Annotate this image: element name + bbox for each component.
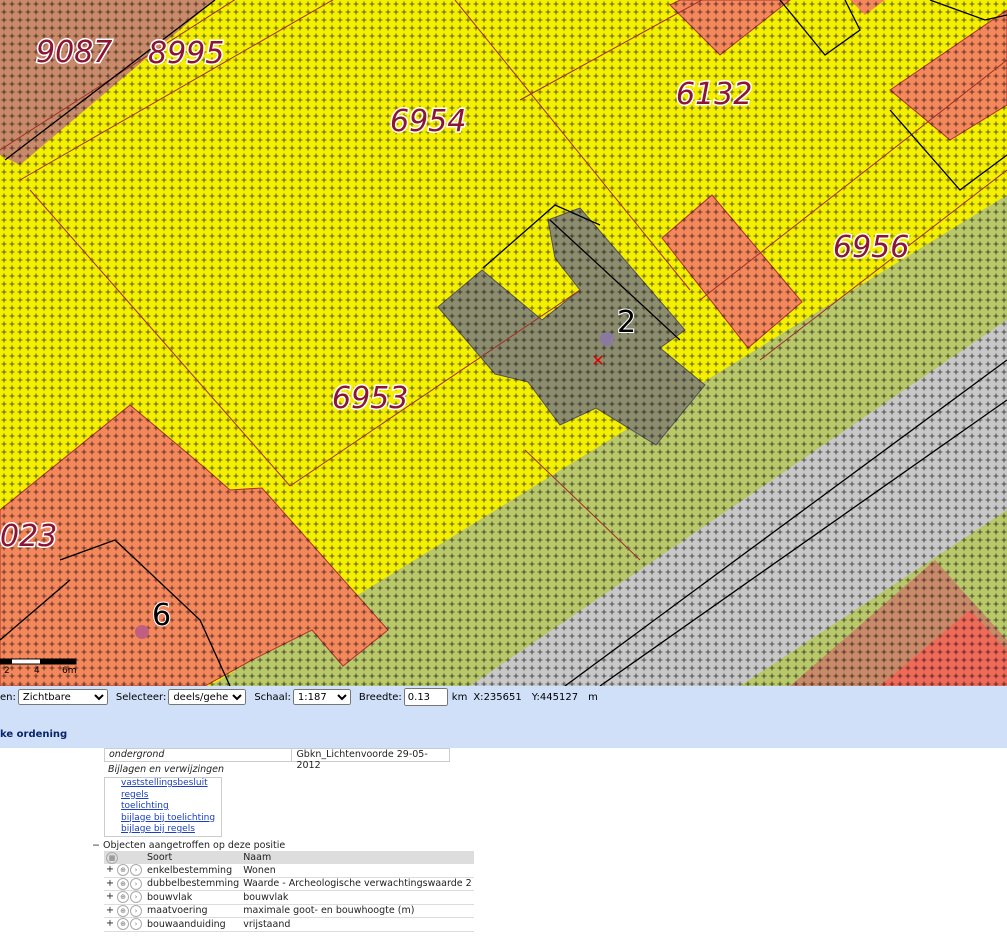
coordinate-unit: m xyxy=(588,691,598,703)
zoom-icon[interactable]: ⊕ xyxy=(117,904,129,917)
column-naam: Naam xyxy=(241,851,474,864)
column-soort: Soort xyxy=(145,851,242,864)
house-number-2: 2 xyxy=(617,305,636,340)
table-options-icon[interactable]: ▦ xyxy=(106,851,118,864)
row-naam: Wonen xyxy=(241,864,474,878)
expand-icon[interactable]: + xyxy=(106,891,114,902)
address-point-6[interactable] xyxy=(135,625,149,639)
table-row: + ⊕ › enkelbestemming Wonen xyxy=(104,864,474,878)
navigate-icon[interactable]: › xyxy=(130,891,142,904)
width-unit: km xyxy=(451,691,468,703)
row-naam: Waarde - Archeologische verwachtingswaar… xyxy=(241,877,474,891)
zoom-icon[interactable]: ⊕ xyxy=(117,864,129,877)
row-soort: dubbelbestemming xyxy=(145,877,242,891)
attachments-list: vaststellingsbesluit regels toelichting … xyxy=(104,777,222,837)
ondergrond-row: ondergrond Gbkn_Lichtenvoorde 29-05-2012 xyxy=(104,748,450,771)
scale-label: Schaal: xyxy=(254,691,291,703)
link-regels[interactable]: regels xyxy=(105,790,221,802)
row-soort: enkelbestemming xyxy=(145,864,242,878)
plot-label-023: 023 xyxy=(0,519,57,554)
scale-tick-4: 4 xyxy=(34,666,40,676)
link-bijlage-toelichting[interactable]: bijlage bij toelichting xyxy=(105,813,221,825)
plot-label-6953: 6953 xyxy=(332,381,408,416)
scale-select[interactable]: 1:187 xyxy=(292,689,351,705)
layers-label: en: xyxy=(0,691,16,703)
zoom-icon[interactable]: ⊕ xyxy=(117,918,129,931)
row-naam: bouwvlak xyxy=(241,890,474,905)
zoom-icon[interactable]: ⊕ xyxy=(117,891,129,904)
scale-tick-2: 2 xyxy=(4,666,10,676)
objects-table: ▦ Soort Naam + ⊕ › enkelbestemming Wonen … xyxy=(104,851,474,932)
plot-label-6954: 6954 xyxy=(390,104,466,139)
select-mode-select[interactable]: deels/geheel xyxy=(168,689,247,705)
attachments-title: Bijlagen en verwijzingen xyxy=(108,764,225,775)
hatch-overlay xyxy=(0,0,1007,686)
navigate-icon[interactable]: › xyxy=(130,877,142,890)
zoom-icon[interactable]: ⊕ xyxy=(117,877,129,890)
map-canvas[interactable]: ✕ 9087 8995 6954 6132 6956 6953 023 2 6 … xyxy=(0,0,1007,686)
navigate-icon[interactable]: › xyxy=(130,904,142,917)
row-naam: maximale goot- en bouwhoogte (m) xyxy=(241,904,474,918)
table-row: + ⊕ › maatvoering maximale goot- en bouwh… xyxy=(104,904,474,918)
layers-select[interactable]: Zichtbare xyxy=(17,689,108,705)
plot-label-8995: 8995 xyxy=(148,36,224,71)
link-toelichting[interactable]: toelichting xyxy=(105,801,221,813)
width-input[interactable] xyxy=(403,688,448,706)
plot-label-9087: 9087 xyxy=(36,35,112,70)
x-coordinate: X:235651 xyxy=(473,691,522,703)
navigate-icon[interactable]: › xyxy=(130,864,142,877)
row-soort: bouwvlak xyxy=(145,890,242,905)
table-row: + ⊕ › bouwaanduiding vrijstaand xyxy=(104,917,474,932)
plot-label-6132: 6132 xyxy=(676,77,752,112)
y-coordinate: Y:445127 xyxy=(531,691,579,703)
ondergrond-key: ondergrond xyxy=(105,749,293,761)
plot-label-6956: 6956 xyxy=(833,230,909,265)
query-position-marker: ✕ xyxy=(591,351,604,370)
row-soort: maatvoering xyxy=(145,904,242,918)
navigate-icon[interactable]: › xyxy=(130,918,142,931)
map-toolbar: en: Zichtbare Selecteer: deels/geheel Sc… xyxy=(0,686,1007,748)
ondergrond-value: Gbkn_Lichtenvoorde 29-05-2012 xyxy=(296,749,428,771)
expand-icon[interactable]: + xyxy=(106,864,114,875)
table-row: + ⊕ › bouwvlak bouwvlak xyxy=(104,890,474,905)
expand-icon[interactable]: + xyxy=(106,878,114,889)
scale-tick-6m: 6m xyxy=(62,666,77,676)
table-row: + ⊕ › dubbelbestemming Waarde - Archeolog… xyxy=(104,877,474,891)
house-number-6: 6 xyxy=(152,598,171,633)
address-point-2[interactable] xyxy=(600,332,614,346)
objects-section-title[interactable]: − Objecten aangetroffen op deze positie xyxy=(92,840,285,851)
row-soort: bouwaanduiding xyxy=(145,917,242,932)
link-bijlage-regels[interactable]: bijlage bij regels xyxy=(105,824,221,836)
select-mode-label: Selecteer: xyxy=(115,691,167,703)
row-naam: vrijstaand xyxy=(241,917,474,932)
expand-icon[interactable]: + xyxy=(106,918,114,929)
link-vaststellingsbesluit[interactable]: vaststellingsbesluit xyxy=(105,778,221,790)
sort-order-link[interactable]: ke ordening xyxy=(0,729,67,740)
expand-icon[interactable]: + xyxy=(106,905,114,916)
width-label: Breedte: xyxy=(358,691,402,703)
info-panel: ondergrond Gbkn_Lichtenvoorde 29-05-2012… xyxy=(0,748,1007,942)
